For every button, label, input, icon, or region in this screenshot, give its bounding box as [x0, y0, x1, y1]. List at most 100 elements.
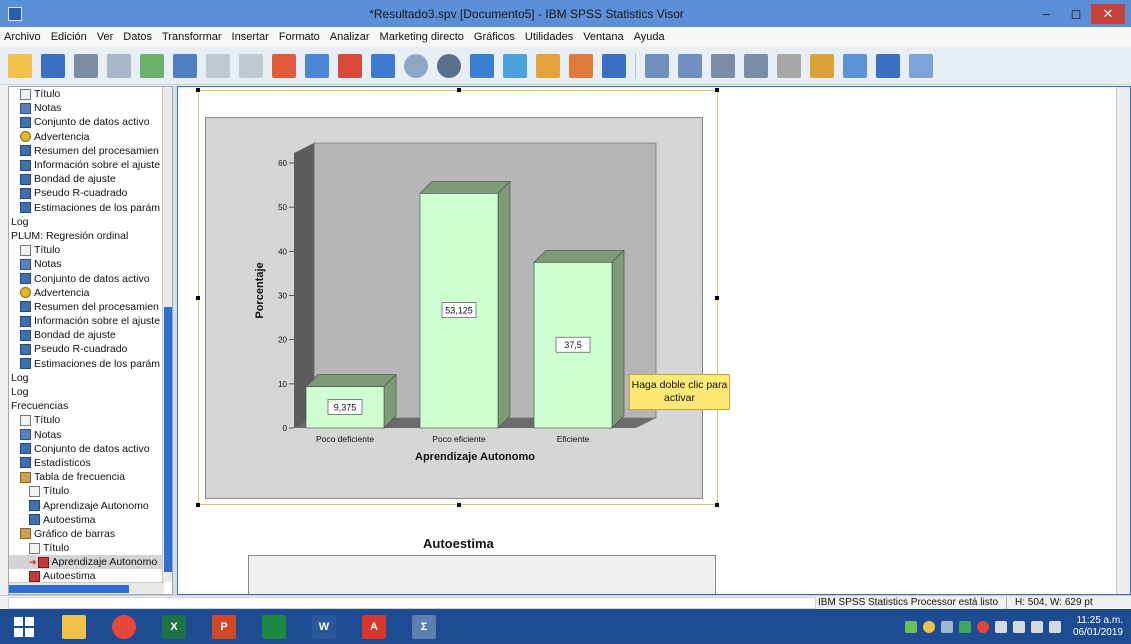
- menu-item-marketing-directo[interactable]: Marketing directo: [380, 31, 464, 43]
- outline-item[interactable]: Bondad de ajuste: [9, 172, 164, 186]
- outline-item[interactable]: Advertencia: [9, 286, 164, 300]
- menu-item-ayuda[interactable]: Ayuda: [634, 31, 665, 43]
- flag-icon[interactable]: [994, 620, 1007, 633]
- show-icon[interactable]: [777, 53, 801, 78]
- insert-text-icon[interactable]: [909, 53, 933, 78]
- select-cases-icon[interactable]: [404, 53, 428, 78]
- menu-item-archivo[interactable]: Archivo: [4, 31, 41, 43]
- signal-icon[interactable]: [1030, 620, 1043, 633]
- outline-item[interactable]: Autoestima: [9, 569, 164, 582]
- outline-item[interactable]: Conjunto de datos activo: [9, 271, 164, 285]
- link-icon[interactable]: [940, 620, 953, 633]
- menu-item-datos[interactable]: Datos: [123, 31, 152, 43]
- resize-handle[interactable]: [457, 503, 461, 507]
- outline-item[interactable]: ➜ Aprendizaje Autonomo: [9, 555, 164, 570]
- outline-item[interactable]: Notas: [9, 257, 164, 271]
- powerpoint-icon[interactable]: P: [212, 614, 236, 639]
- outline-item[interactable]: Estadísticos: [9, 456, 164, 470]
- maximize-button[interactable]: ◻: [1061, 3, 1091, 25]
- bar-chart[interactable]: 0 10 20 30 40 50 60 Porcentaje 9,375 Poco deficie…: [205, 117, 703, 499]
- network-icon[interactable]: [904, 620, 917, 633]
- outline-item[interactable]: Título: [9, 541, 164, 555]
- outline-hscroll-thumb[interactable]: [9, 585, 129, 593]
- outline-item[interactable]: Información sobre el ajuste: [9, 158, 164, 172]
- acrobat-icon[interactable]: A: [362, 614, 386, 639]
- outline-item[interactable]: Frecuencias: [9, 399, 164, 413]
- chrome-icon[interactable]: [112, 614, 136, 639]
- next-chart-box[interactable]: [248, 555, 716, 594]
- export-icon[interactable]: [140, 53, 164, 78]
- full-screen-icon[interactable]: [602, 53, 626, 78]
- save-icon[interactable]: [41, 53, 65, 78]
- menu-item-formato[interactable]: Formato: [279, 31, 320, 43]
- arrow-left-icon[interactable]: [645, 53, 669, 78]
- variables-icon[interactable]: [338, 53, 362, 78]
- chrome-tray-icon[interactable]: [976, 620, 989, 633]
- outline-item[interactable]: Título: [9, 243, 164, 257]
- outline-item[interactable]: Notas: [9, 101, 164, 115]
- split-file-icon[interactable]: [470, 53, 494, 78]
- minimize-button[interactable]: –: [1031, 3, 1061, 25]
- weight-cases-icon[interactable]: [437, 53, 461, 78]
- print-icon[interactable]: [74, 53, 98, 78]
- content-vertical-scrollbar[interactable]: [1116, 87, 1130, 594]
- resize-handle[interactable]: [715, 88, 719, 92]
- value-labels-icon[interactable]: [503, 53, 527, 78]
- menu-item-insertar[interactable]: Insertar: [232, 31, 269, 43]
- open-folder-icon[interactable]: [8, 53, 32, 78]
- excel-icon[interactable]: X: [162, 614, 186, 639]
- outline-item[interactable]: PLUM: Regresión ordinal: [9, 229, 164, 243]
- resize-handle[interactable]: [196, 296, 200, 300]
- spell-icon[interactable]: [569, 53, 593, 78]
- outline-item[interactable]: Bondad de ajuste: [9, 328, 164, 342]
- resize-handle[interactable]: [715, 296, 719, 300]
- outline-item[interactable]: Estimaciones de los parám: [9, 201, 164, 215]
- menu-item-ventana[interactable]: Ventana: [583, 31, 623, 43]
- store-icon[interactable]: [262, 614, 286, 639]
- outline-item[interactable]: Pseudo R-cuadrado: [9, 186, 164, 200]
- close-button[interactable]: ✕: [1091, 3, 1125, 24]
- menu-item-utilidades[interactable]: Utilidades: [525, 31, 573, 43]
- outline-item[interactable]: Información sobre el ajuste: [9, 314, 164, 328]
- outline-item[interactable]: Autoestima: [9, 513, 164, 527]
- outline-item[interactable]: Conjunto de datos activo: [9, 442, 164, 456]
- insert-title-icon[interactable]: [876, 53, 900, 78]
- outline-item[interactable]: Gráfico de barras: [9, 527, 164, 541]
- outline-vertical-scrollbar[interactable]: [162, 87, 172, 582]
- menu-item-transformar[interactable]: Transformar: [162, 31, 222, 43]
- undo-icon[interactable]: [206, 53, 230, 78]
- outline-item[interactable]: Notas: [9, 428, 164, 442]
- recall-dialog-icon[interactable]: [173, 53, 197, 78]
- outline-item[interactable]: Aprendizaje Autonomo: [9, 498, 164, 512]
- goto-case-icon[interactable]: [272, 53, 296, 78]
- volume-icon[interactable]: [1048, 620, 1061, 633]
- clock[interactable]: 11:25 a.m. 06/01/2019: [1073, 615, 1123, 639]
- outline-item[interactable]: Título: [9, 413, 164, 427]
- outline-item[interactable]: Log: [9, 371, 164, 385]
- shield-icon[interactable]: [958, 620, 971, 633]
- menu-item-edición[interactable]: Edición: [51, 31, 87, 43]
- file-explorer-icon[interactable]: [62, 614, 86, 639]
- outline-item[interactable]: Conjunto de datos activo: [9, 115, 164, 129]
- expand-icon[interactable]: [711, 53, 735, 78]
- windows-start-icon[interactable]: [12, 614, 36, 639]
- outline-item[interactable]: Log: [9, 215, 164, 229]
- outline-item[interactable]: Título: [9, 484, 164, 498]
- print-preview-icon[interactable]: [107, 53, 131, 78]
- outline-item[interactable]: Resumen del procesamien: [9, 300, 164, 314]
- menu-item-analizar[interactable]: Analizar: [330, 31, 370, 43]
- resize-handle[interactable]: [196, 503, 200, 507]
- goto-variable-icon[interactable]: [305, 53, 329, 78]
- outline-item[interactable]: Advertencia: [9, 130, 164, 144]
- redo-icon[interactable]: [239, 53, 263, 78]
- outline-item[interactable]: Tabla de frecuencia: [9, 470, 164, 484]
- outline-item[interactable]: Estimaciones de los parám: [9, 357, 164, 371]
- battery-icon[interactable]: [1012, 620, 1025, 633]
- spss-taskbar-icon[interactable]: Σ: [412, 614, 436, 639]
- data-editor-icon[interactable]: [371, 53, 395, 78]
- outline-scroll-thumb[interactable]: [164, 307, 172, 572]
- insert-heading-icon[interactable]: [843, 53, 867, 78]
- outline-item[interactable]: Resumen del procesamien: [9, 144, 164, 158]
- word-icon[interactable]: W: [312, 614, 336, 639]
- collapse-icon[interactable]: [744, 53, 768, 78]
